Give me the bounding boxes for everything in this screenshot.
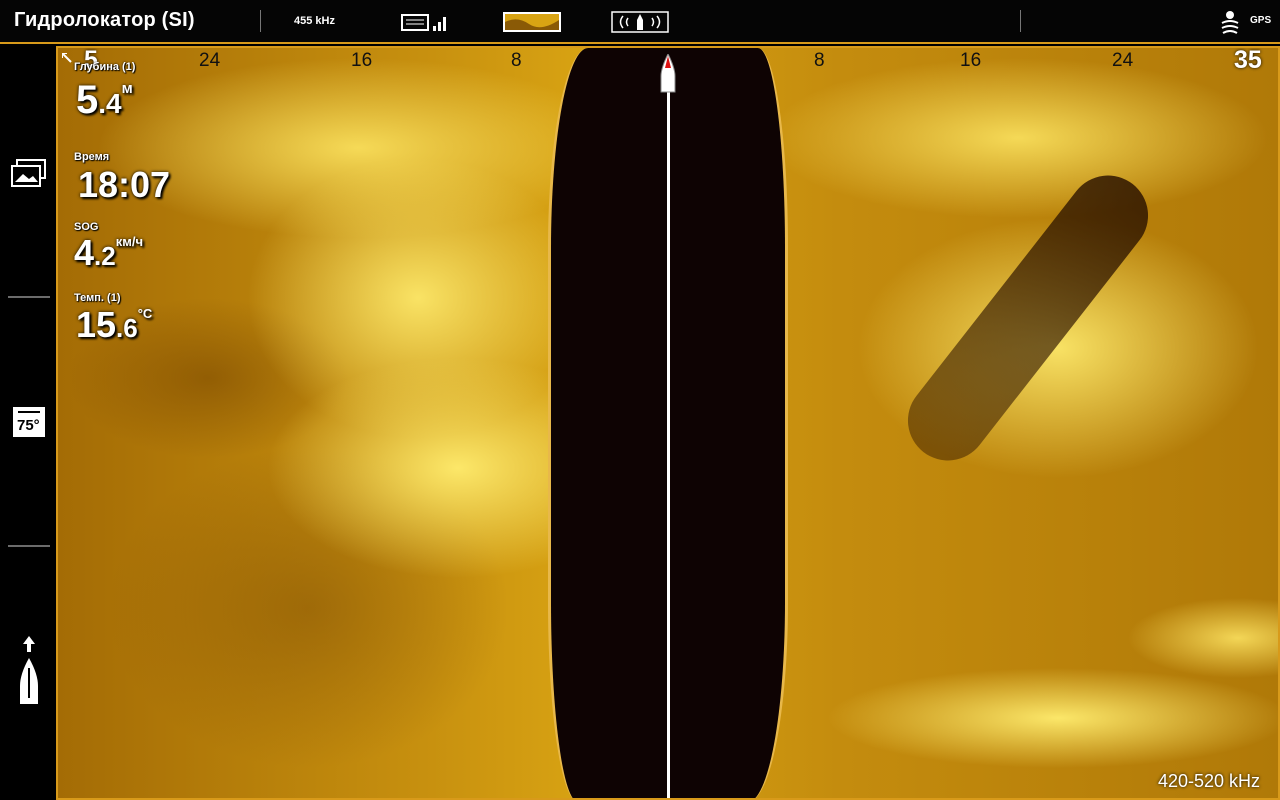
- temperature-readout[interactable]: 15.6°C: [76, 304, 152, 346]
- range-tick: 24: [1112, 50, 1134, 71]
- boat-heading-icon[interactable]: [16, 636, 42, 711]
- sog-int: 4: [74, 232, 95, 273]
- temperature-label: Темп. (1): [74, 292, 121, 304]
- chart-view-icon[interactable]: [401, 13, 449, 38]
- range-tick: 24: [199, 50, 221, 71]
- divider: [8, 296, 50, 298]
- depth-int: 5: [76, 78, 99, 122]
- divider: [8, 545, 50, 547]
- time-value: 18:07: [78, 164, 171, 205]
- temp-int: 15: [76, 304, 117, 345]
- beam-angle-value: 75°: [17, 417, 40, 434]
- divider: [1020, 10, 1021, 32]
- beam-angle-icon[interactable]: 75°: [12, 406, 46, 443]
- boat-position-icon: [660, 52, 676, 94]
- temp-decimal: .6: [116, 313, 138, 343]
- top-status-bar: Гидролокатор (SI) 455 kHz GPS: [0, 0, 1280, 44]
- time-readout[interactable]: 18:07: [78, 164, 170, 206]
- depth-readout[interactable]: 5.4м: [76, 78, 133, 123]
- temp-unit: °C: [137, 306, 153, 321]
- frequency-range-label: 420-520 kHz: [1157, 771, 1260, 791]
- range-tick: 8: [511, 50, 522, 71]
- satellite-icon[interactable]: [1219, 8, 1241, 41]
- depth-unit: м: [121, 80, 133, 97]
- side-imaging-icon[interactable]: [611, 11, 669, 38]
- boat-track-line: [667, 84, 670, 798]
- range-right-edge: 35: [1234, 46, 1262, 74]
- range-arrow-icon: [61, 50, 72, 68]
- sog-decimal: .2: [94, 241, 116, 271]
- sog-unit: км/ч: [115, 234, 144, 249]
- range-tick: 16: [960, 50, 982, 71]
- side-imaging-sonar-view[interactable]: 5 24 16 8 8 16 24 35 420-520 kHz Глубина…: [56, 46, 1280, 800]
- left-sidebar: 75°: [0, 46, 56, 800]
- range-tick: 8: [814, 50, 825, 71]
- divider: [260, 10, 261, 32]
- sonar-palette-icon[interactable]: [503, 12, 561, 37]
- page-title: Гидролокатор (SI): [14, 9, 195, 31]
- depth-label: Глубина (1): [74, 61, 136, 73]
- depth-decimal: .4: [98, 88, 122, 119]
- time-label: Время: [74, 151, 110, 163]
- frequency-label[interactable]: 455 kHz: [294, 15, 335, 27]
- views-icon[interactable]: [11, 158, 47, 193]
- range-tick: 16: [351, 50, 373, 71]
- sog-readout[interactable]: 4.2км/ч: [74, 232, 143, 274]
- gps-status-label[interactable]: GPS: [1250, 15, 1271, 26]
- bottom-structure-shadow: [891, 159, 1165, 477]
